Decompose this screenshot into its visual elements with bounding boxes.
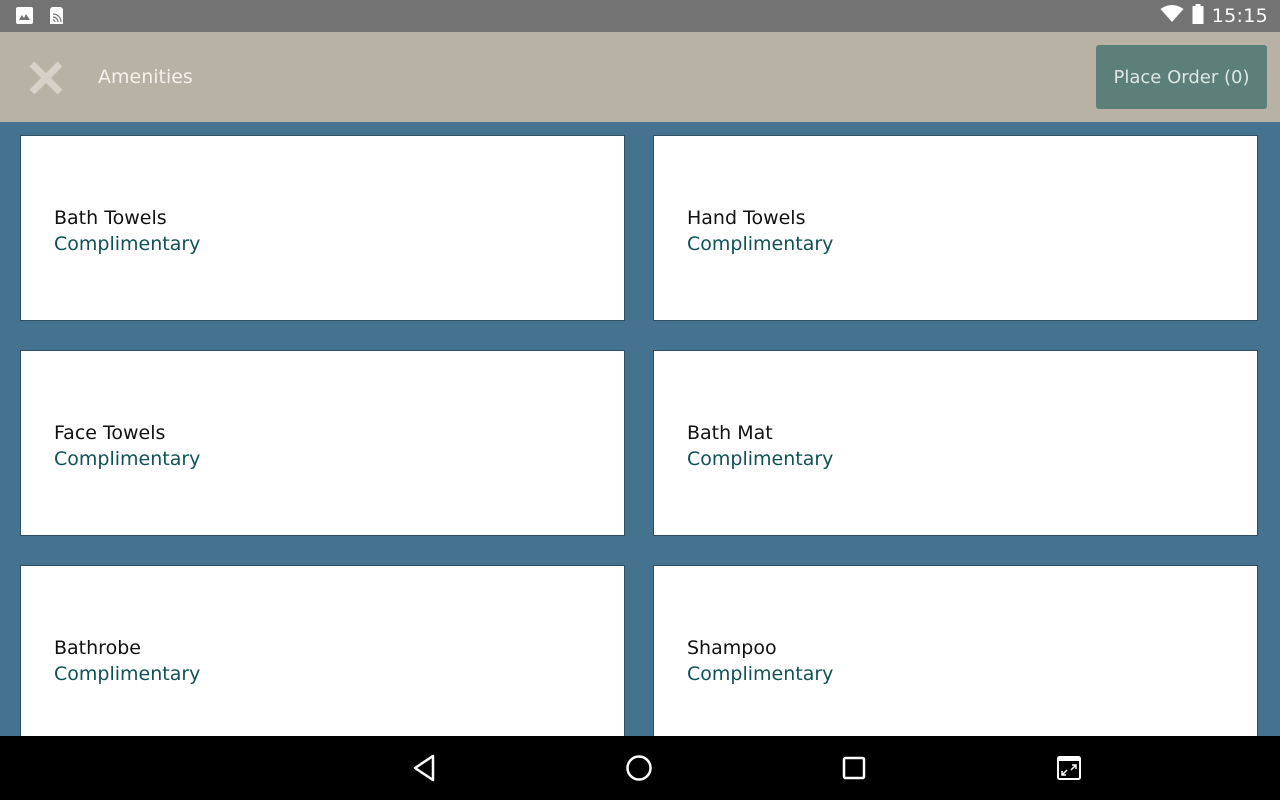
system-nav-bar [0, 736, 1280, 800]
amenity-price: Complimentary [54, 233, 201, 255]
amenity-card[interactable]: Hand Towels Complimentary [653, 135, 1258, 321]
recents-button[interactable] [838, 752, 870, 784]
back-button[interactable] [408, 752, 440, 784]
amenity-price: Complimentary [687, 663, 834, 685]
app-header: Amenities Place Order (0) [0, 32, 1280, 122]
amenity-price: Complimentary [54, 448, 201, 470]
amenity-name: Bathrobe [54, 637, 141, 659]
status-right: 15:15 [1160, 0, 1268, 32]
amenity-name: Hand Towels [687, 207, 806, 229]
amenity-card[interactable]: Bath Towels Complimentary [20, 135, 625, 321]
image-notification-icon [16, 7, 33, 24]
picture-in-picture-button[interactable] [1053, 752, 1085, 784]
amenities-grid: Bath Towels Complimentary Hand Towels Co… [0, 122, 1280, 736]
amenity-name: Bath Towels [54, 207, 167, 229]
battery-icon [1192, 4, 1204, 28]
recents-icon [842, 756, 866, 780]
amenity-card[interactable]: Face Towels Complimentary [20, 350, 625, 536]
picture-in-picture-icon [1057, 756, 1081, 780]
amenity-price: Complimentary [54, 663, 201, 685]
status-bar: 15:15 [0, 0, 1280, 32]
amenity-card[interactable]: Shampoo Complimentary [653, 565, 1258, 736]
wifi-icon [1160, 5, 1184, 27]
back-icon [413, 754, 435, 782]
amenity-price: Complimentary [687, 448, 834, 470]
home-icon [626, 755, 652, 781]
home-button[interactable] [623, 752, 655, 784]
page-title: Amenities [98, 66, 193, 88]
close-button[interactable] [26, 58, 66, 98]
amenity-name: Shampoo [687, 637, 777, 659]
amenity-price: Complimentary [687, 233, 834, 255]
clock: 15:15 [1211, 5, 1268, 27]
amenity-name: Face Towels [54, 422, 166, 444]
close-icon [29, 61, 63, 95]
amenity-card[interactable]: Bathrobe Complimentary [20, 565, 625, 736]
amenity-name: Bath Mat [687, 422, 773, 444]
amenity-card[interactable]: Bath Mat Complimentary [653, 350, 1258, 536]
place-order-button[interactable]: Place Order (0) [1096, 45, 1267, 109]
nfc-payment-notification-icon [49, 6, 64, 25]
